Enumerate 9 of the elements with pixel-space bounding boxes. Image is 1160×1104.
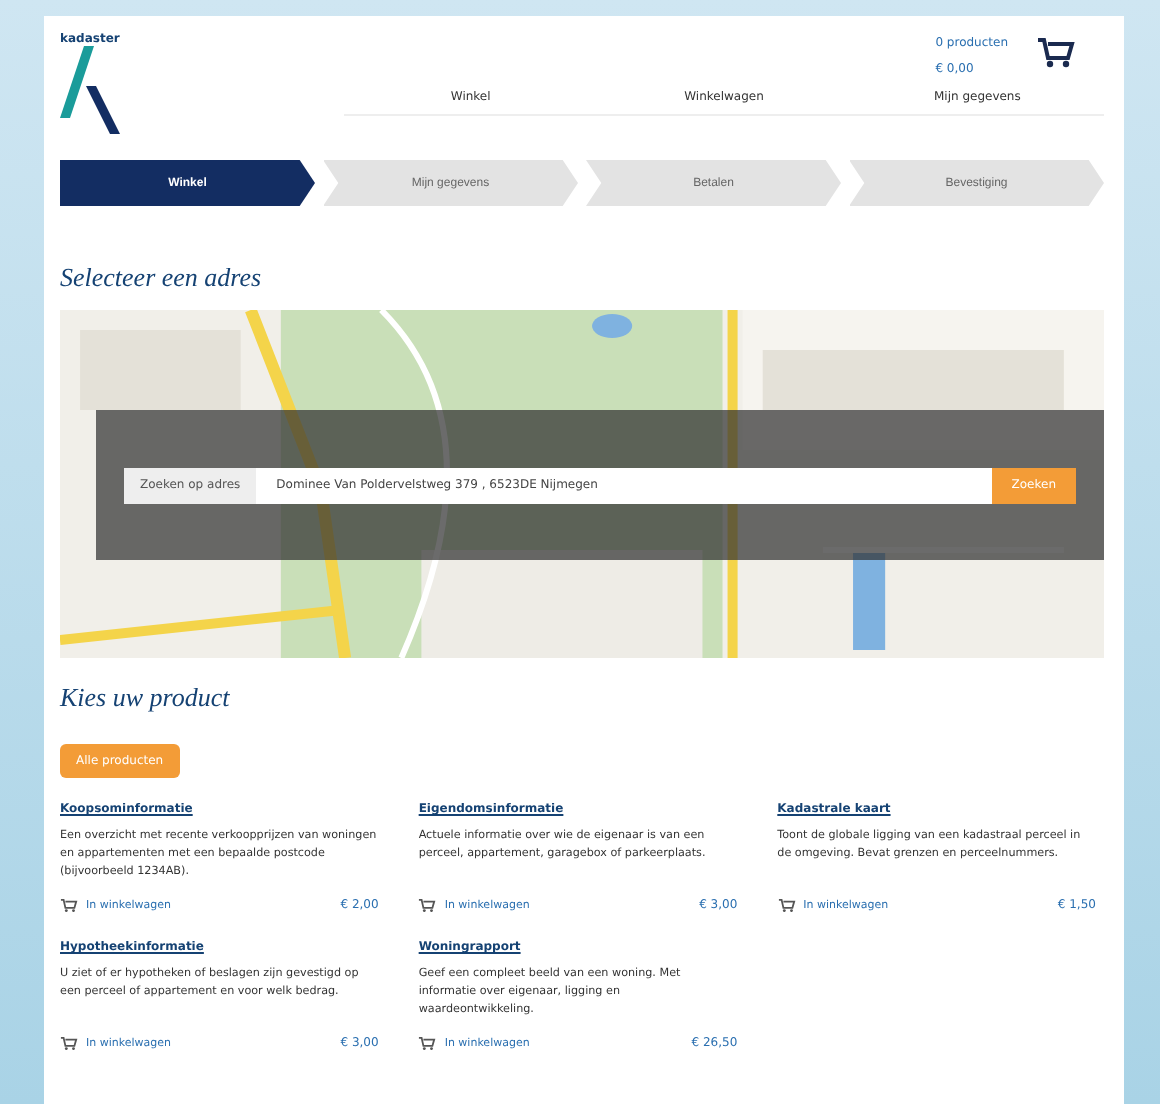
cart-icon	[418, 1036, 437, 1051]
cart-icon	[418, 898, 437, 913]
section-heading: Kies uw product	[60, 682, 232, 714]
cart-icon	[777, 898, 796, 913]
cart-icon	[1036, 36, 1076, 68]
logo-icon	[60, 46, 120, 134]
cart-icon	[60, 1036, 78, 1051]
cart-icon	[60, 898, 78, 913]
section-heading: Selecteer een adres	[60, 262, 264, 294]
